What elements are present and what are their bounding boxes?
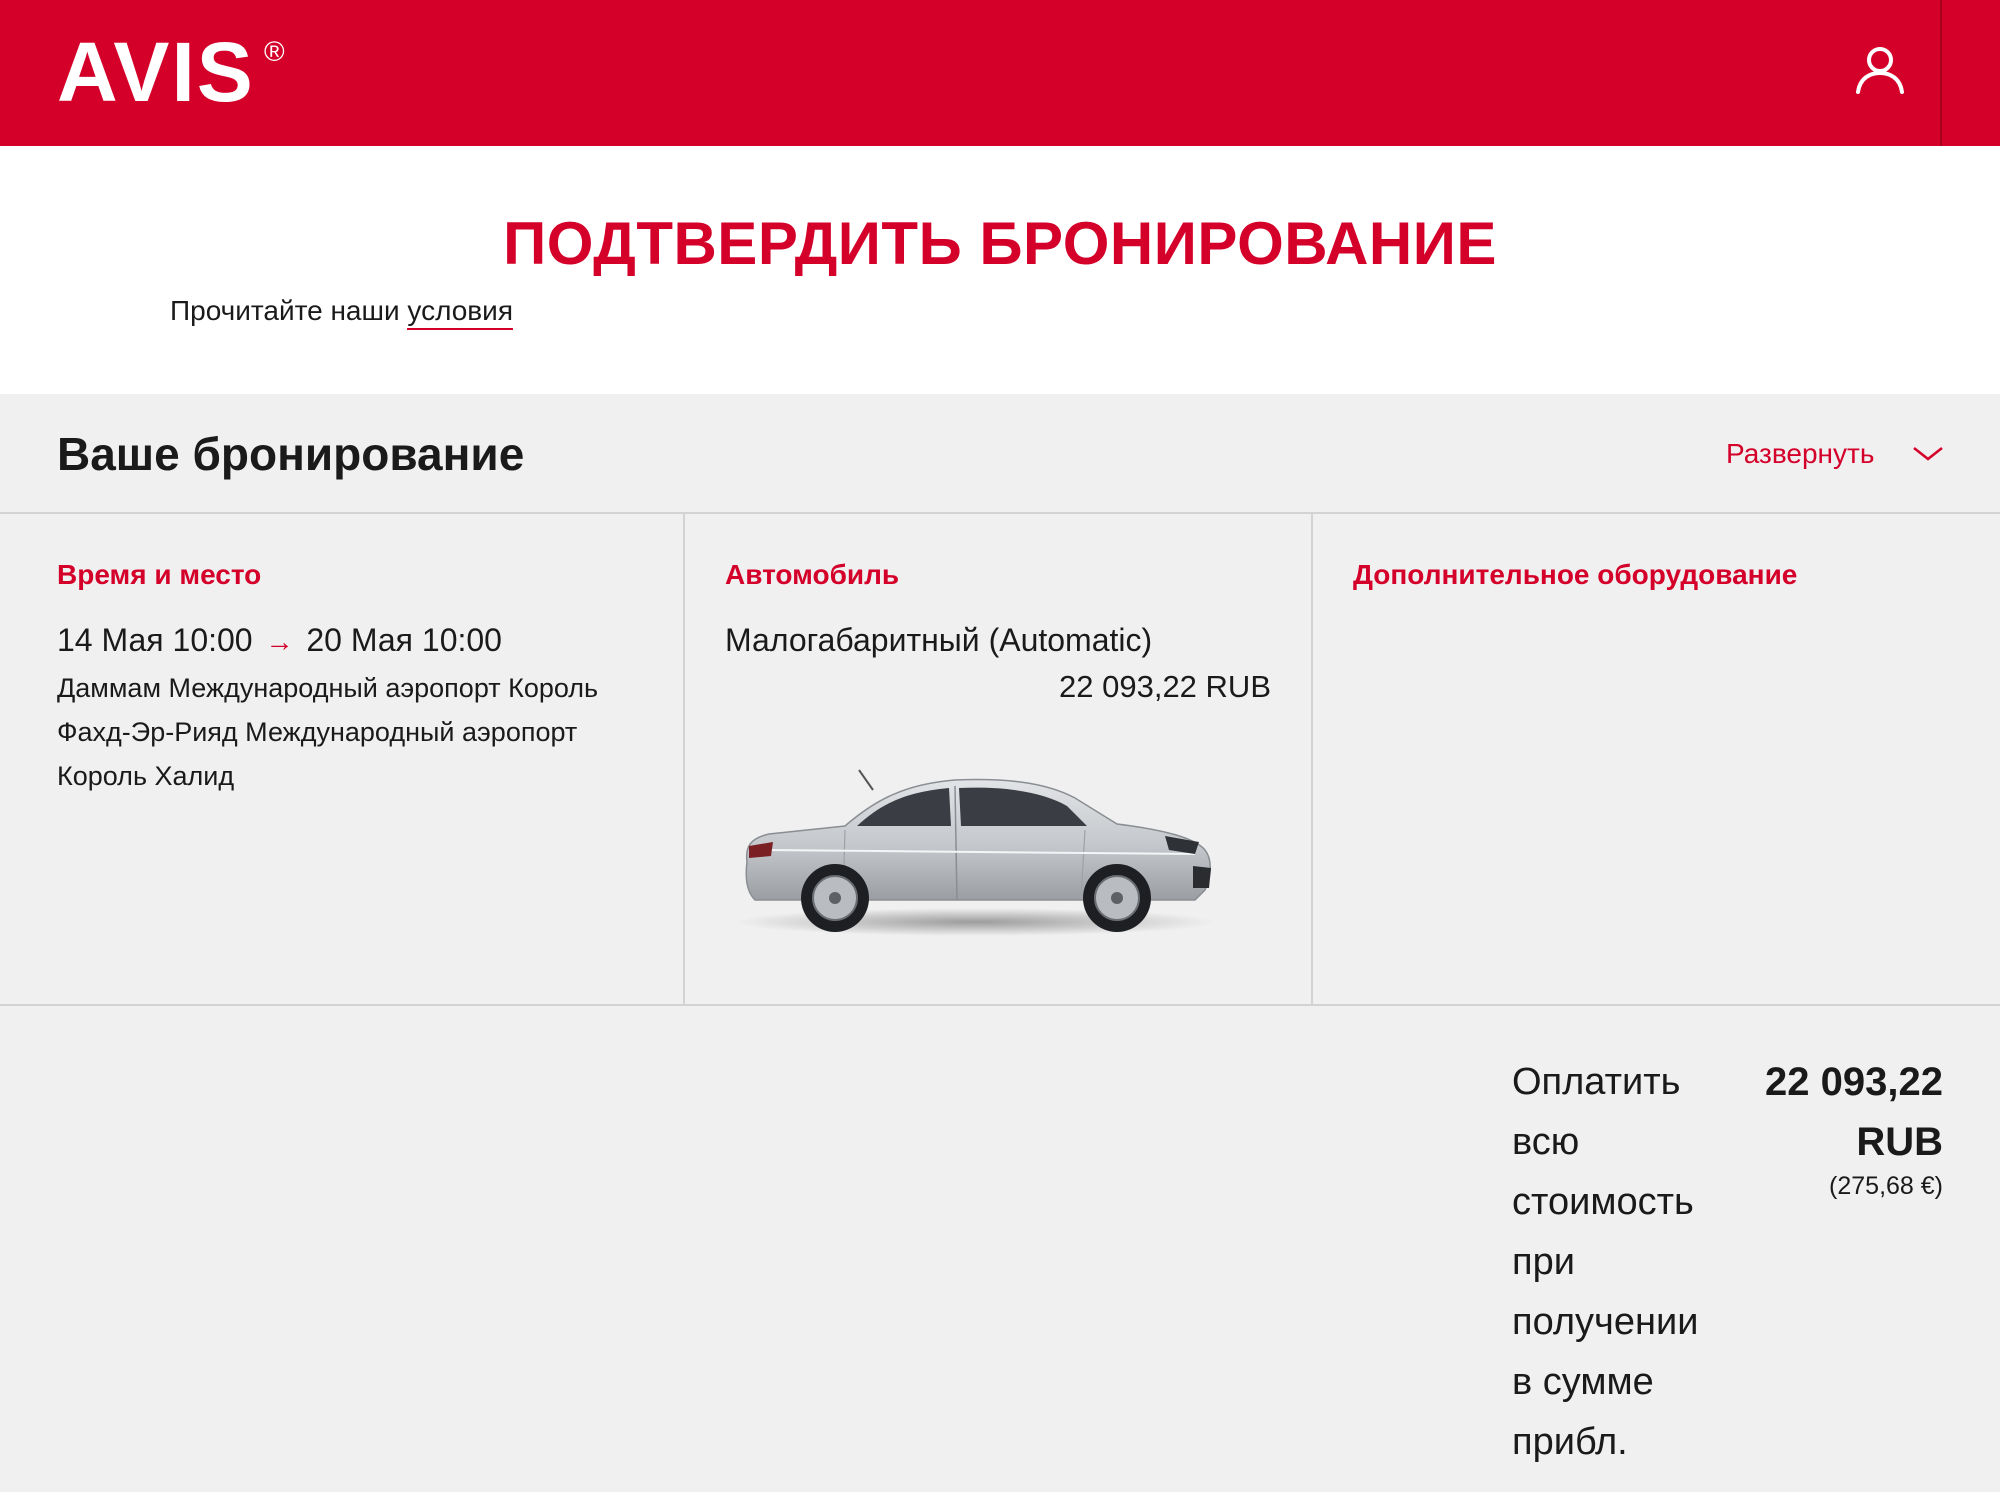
total-amount: 22 093,22 RUB <box>1765 1060 1943 1164</box>
expand-label: Развернуть <box>1726 438 1875 469</box>
chevron-down-icon <box>1913 447 1944 461</box>
rental-locations: Даммам Международный аэропорт Король Фах… <box>57 673 599 791</box>
user-icon <box>1856 47 1904 94</box>
vehicle-panel: Автомобиль Малогабаритный (Automatic) 22… <box>685 514 1313 1004</box>
terms-prefix: Прочитайте наши <box>170 295 408 326</box>
arrow-right-icon: → <box>265 626 294 657</box>
vehicle-name: Малогабаритный (Automatic) <box>725 622 1153 658</box>
registered-mark: ® <box>264 36 285 67</box>
silver-sedan-image <box>735 769 1215 936</box>
page-title: ПОДТВЕРДИТЬ БРОНИРОВАНИЕ <box>503 210 1497 277</box>
terms-link[interactable]: условия <box>407 295 513 330</box>
time-place-panel: Время и место 14 Мая 10:00 → 20 Мая 10:0… <box>0 514 685 1004</box>
booking-title: Ваше бронирование <box>57 428 525 480</box>
pickup-datetime: 14 Мая 10:00 <box>57 622 253 658</box>
booking-details: Время и место 14 Мая 10:00 → 20 Мая 10:0… <box>0 514 2000 1006</box>
confirm-hero: ПОДТВЕРДИТЬ БРОНИРОВАНИЕ Прочитайте наши… <box>0 146 2000 394</box>
expand-toggle[interactable]: Развернуть <box>1726 434 1944 474</box>
rental-dates: 14 Мая 10:00 → 20 Мая 10:00 <box>57 620 502 662</box>
top-bar: AVIS ® <box>0 0 2000 146</box>
vehicle-heading: Автомобиль <box>725 559 900 590</box>
account-button[interactable] <box>1852 42 1908 98</box>
extras-heading: Дополнительное оборудование <box>1353 559 1798 590</box>
booking-header: Ваше бронирование Развернуть <box>0 394 2000 514</box>
dropoff-datetime: 20 Мая 10:00 <box>306 622 502 658</box>
time-place-heading: Время и место <box>57 559 262 590</box>
vehicle-price: 22 093,22 RUB <box>1059 669 1271 704</box>
header-divider <box>1940 0 1942 146</box>
terms-line: Прочитайте наши условия <box>170 294 513 330</box>
avis-logo[interactable]: AVIS <box>57 30 255 114</box>
total-amount-eur: (275,68 €) <box>1829 1172 1943 1200</box>
extras-panel: Дополнительное оборудование <box>1313 514 2000 1004</box>
